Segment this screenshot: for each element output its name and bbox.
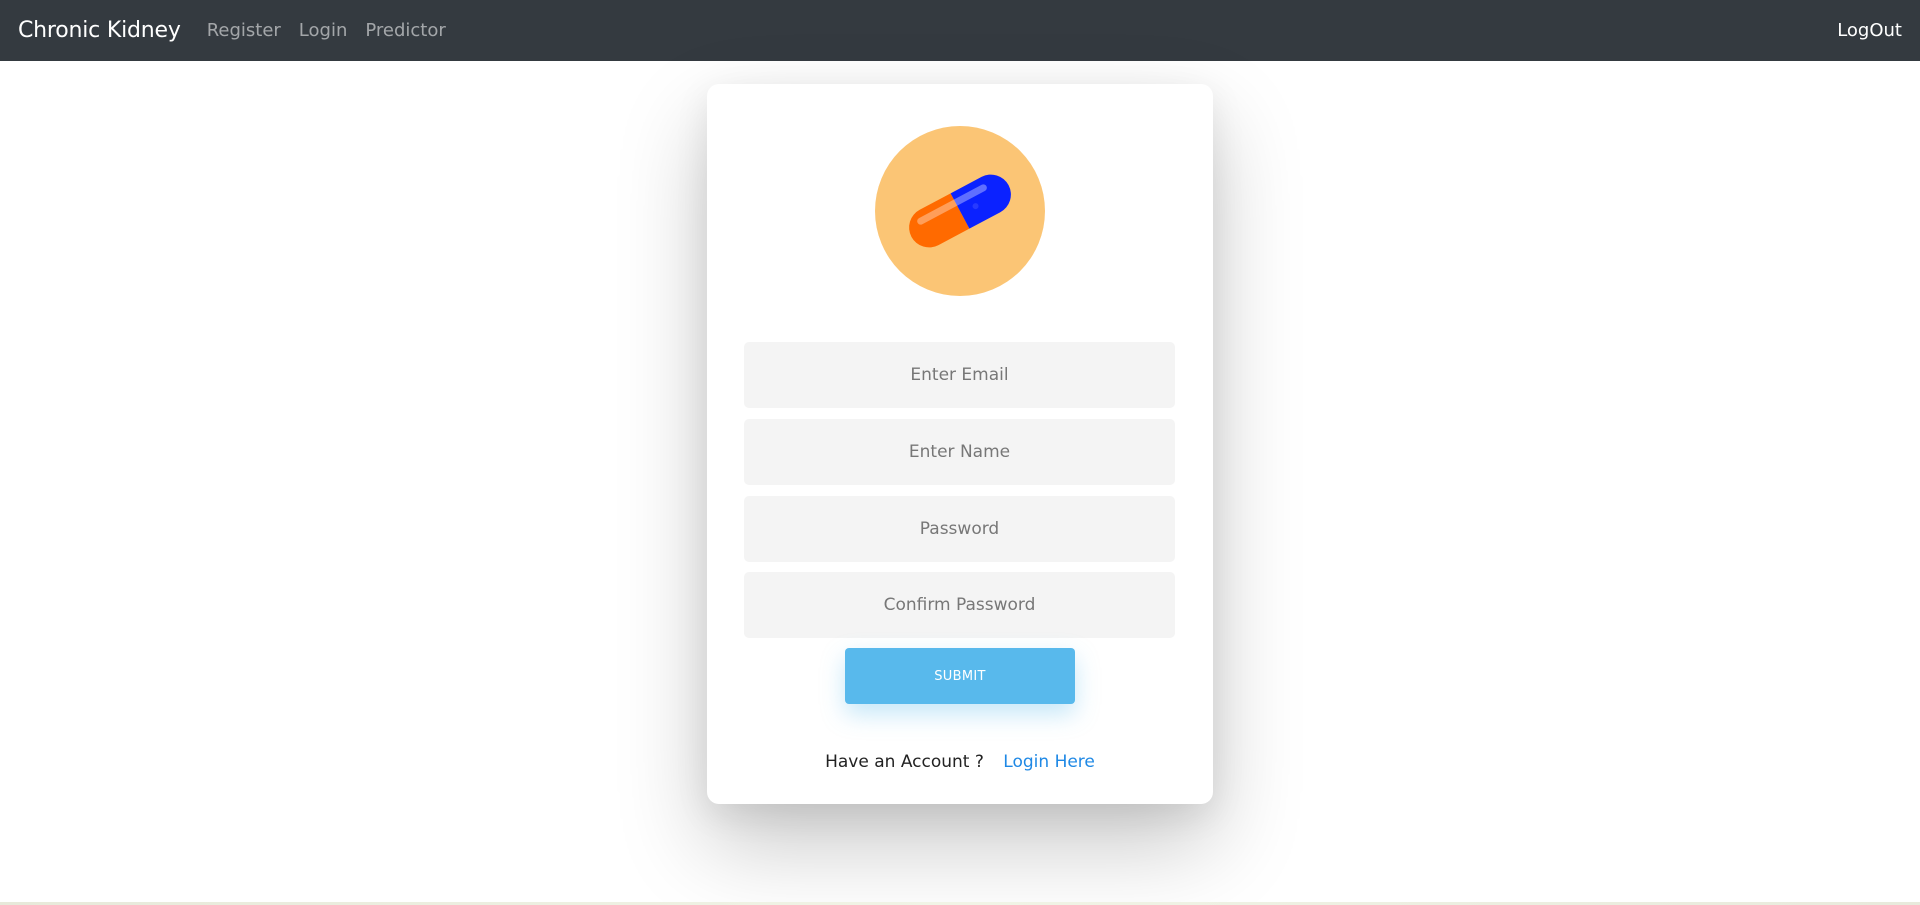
have-account-text: Have an Account ? bbox=[825, 752, 984, 772]
login-prompt: Have an Account ? Login Here bbox=[707, 752, 1213, 772]
password-field[interactable] bbox=[744, 496, 1175, 562]
nav-link-predictor[interactable]: Predictor bbox=[365, 20, 445, 41]
confirm-password-field[interactable] bbox=[744, 572, 1175, 638]
register-card: SUBMIT Have an Account ? Login Here bbox=[707, 84, 1213, 804]
top-navbar: Chronic Kidney Register Login Predictor … bbox=[0, 0, 1920, 61]
email-field[interactable] bbox=[744, 342, 1175, 408]
brand-link[interactable]: Chronic Kidney bbox=[18, 18, 181, 43]
submit-button[interactable]: SUBMIT bbox=[845, 648, 1075, 704]
login-here-link[interactable]: Login Here bbox=[1003, 752, 1095, 772]
name-field[interactable] bbox=[744, 419, 1175, 485]
capsule-icon bbox=[909, 174, 1011, 248]
nav-link-register[interactable]: Register bbox=[207, 20, 281, 41]
logo-avatar bbox=[875, 126, 1045, 296]
logout-link[interactable]: LogOut bbox=[1837, 20, 1902, 41]
nav-link-login[interactable]: Login bbox=[299, 20, 348, 41]
